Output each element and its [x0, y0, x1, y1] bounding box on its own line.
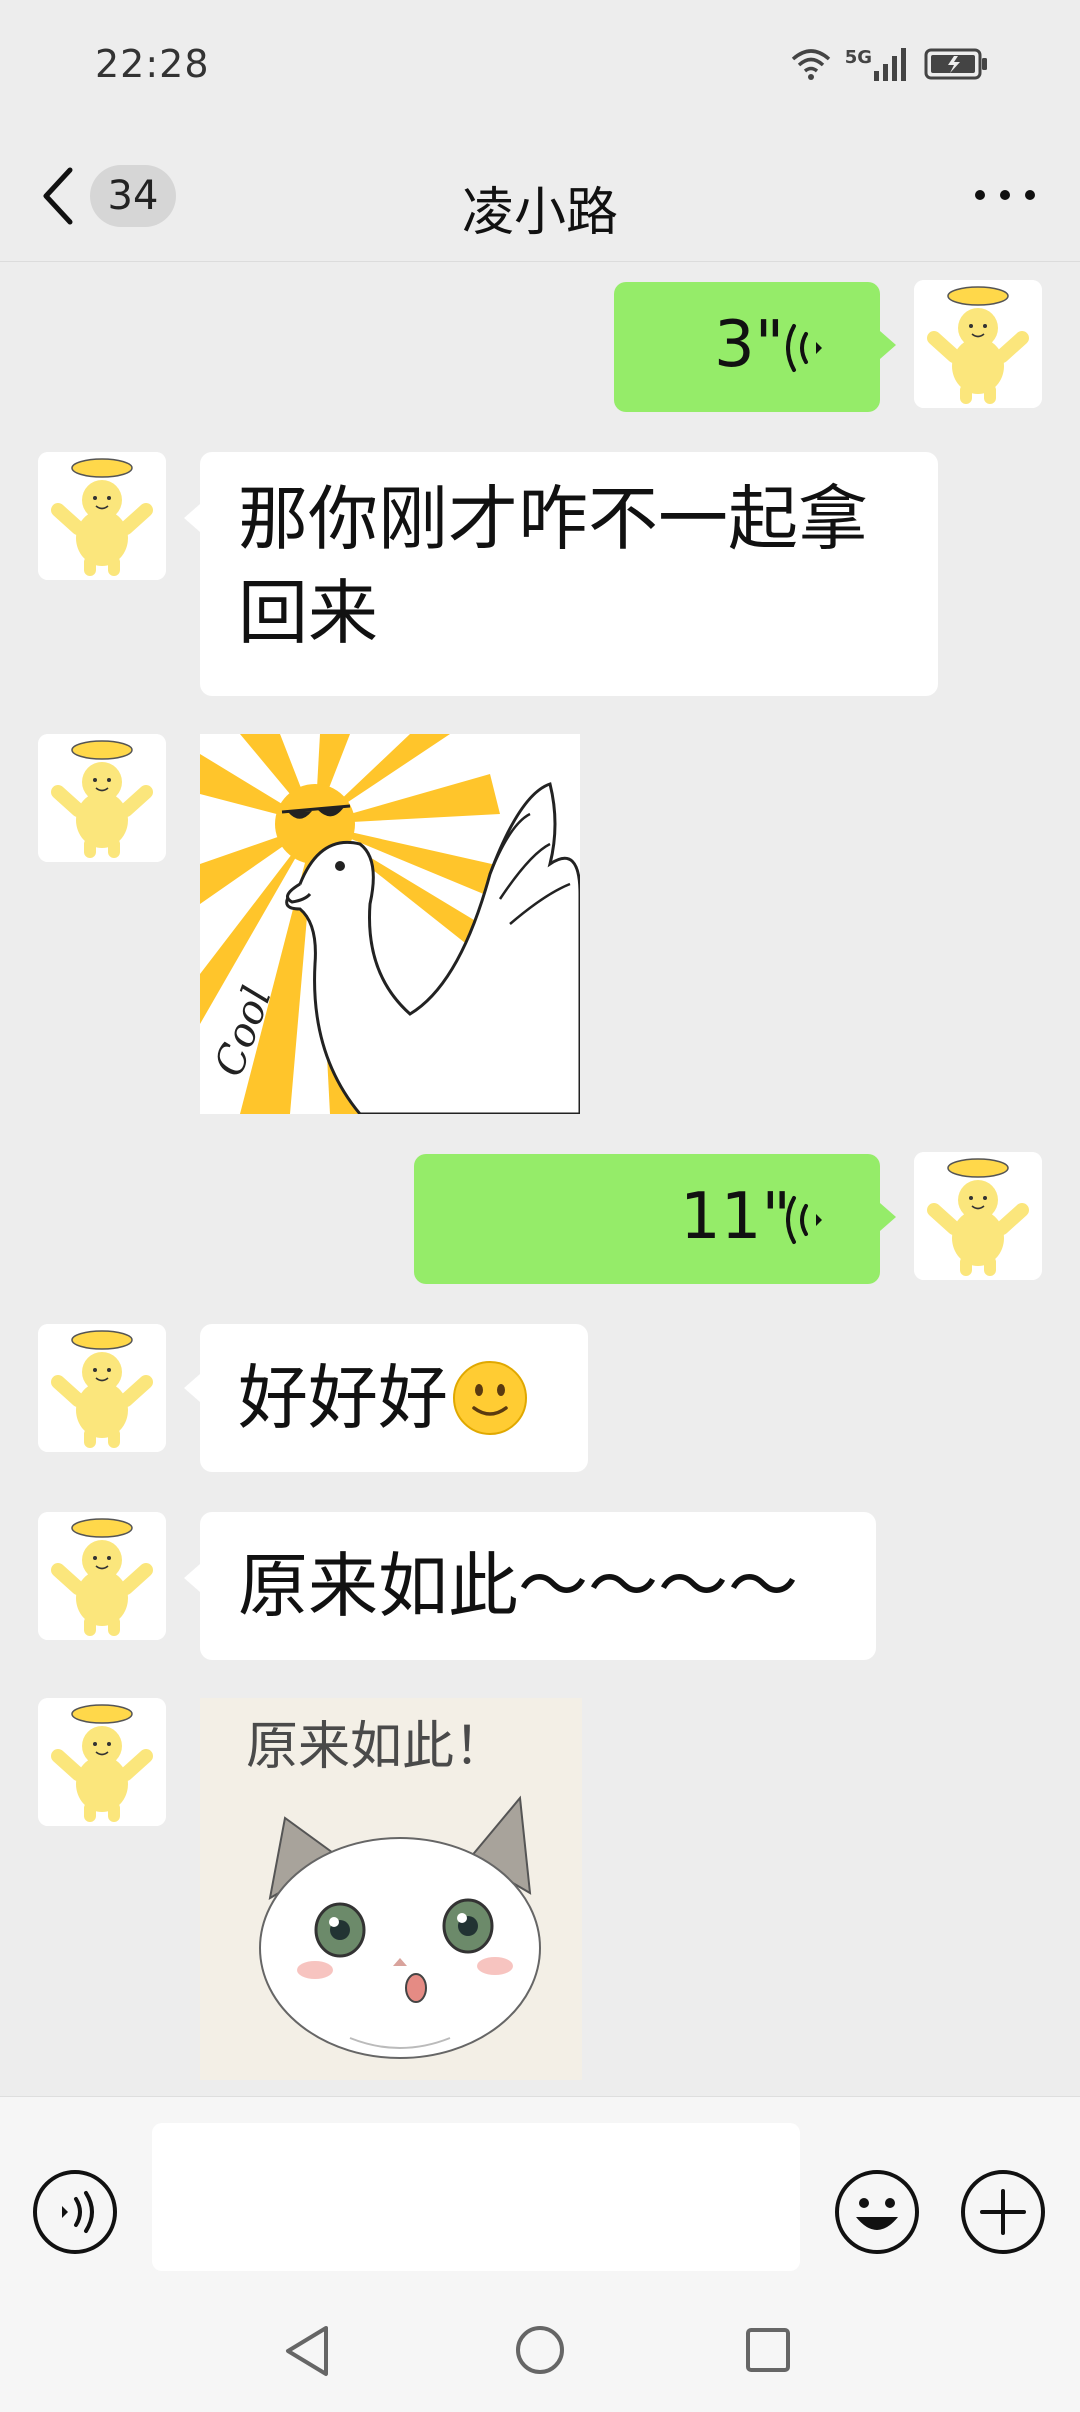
input-bar [0, 2096, 1080, 2290]
bubble-tail [184, 504, 200, 532]
yellow-figure-avatar-icon [38, 734, 166, 862]
cellular-signal-icon: 5G [845, 47, 910, 81]
my-avatar[interactable] [914, 1152, 1042, 1280]
voice-mode-icon [33, 2170, 117, 2254]
battery-icon [924, 48, 987, 80]
my-avatar[interactable] [914, 280, 1042, 408]
text-message-bubble[interactable]: 原来如此～～～～ [200, 1512, 876, 1660]
voice-duration: 11" [680, 1180, 791, 1254]
yellow-figure-avatar-icon [38, 1698, 166, 1826]
contact-avatar[interactable] [38, 452, 166, 580]
cool-goose-sticker[interactable]: Cool [200, 734, 580, 1114]
voice-input-button[interactable] [32, 2169, 118, 2255]
plus-circle-icon [961, 2170, 1045, 2254]
bubble-tail [880, 331, 896, 359]
chat-header: 34 凌小路 [0, 130, 1080, 262]
wifi-icon [791, 49, 830, 80]
message-text-line: 回来 [238, 572, 378, 654]
message-input[interactable] [152, 2123, 800, 2271]
yellow-figure-avatar-icon [914, 280, 1042, 408]
voice-wave-icon [786, 1196, 822, 1244]
system-navigation-bar [0, 2290, 1080, 2412]
contact-avatar[interactable] [38, 1324, 166, 1452]
cat-sticker[interactable]: 原来如此！ [200, 1698, 582, 2080]
message-text: 好好好 [238, 1357, 448, 1439]
bubble-tail [184, 1564, 200, 1592]
sticker-caption: 原来如此！ [246, 1717, 506, 1777]
yellow-figure-avatar-icon [38, 1512, 166, 1640]
voice-duration: 3" [714, 308, 785, 382]
yellow-figure-avatar-icon [38, 1324, 166, 1452]
text-message-bubble[interactable]: 那你刚才咋不一起拿 回来 [200, 452, 938, 696]
status-bar: 22:28 5G [0, 0, 1080, 130]
status-icons: 5G [791, 44, 988, 84]
contact-avatar[interactable] [38, 734, 166, 862]
emoji-face-icon [835, 2170, 919, 2254]
voice-wave-icon [786, 324, 822, 372]
more-actions-button[interactable] [960, 2169, 1046, 2255]
more-dots-icon [975, 190, 1035, 200]
message-text: 原来如此～～～～ [238, 1545, 798, 1627]
yellow-figure-avatar-icon [38, 452, 166, 580]
chat-title: 凌小路 [461, 183, 618, 243]
text-message-bubble[interactable]: 好好好 [200, 1324, 588, 1472]
contact-avatar[interactable] [38, 1698, 166, 1826]
message-text-line: 那你刚才咋不一起拿 [238, 478, 868, 560]
more-options-button[interactable] [970, 170, 1040, 220]
contact-avatar[interactable] [38, 1512, 166, 1640]
status-time: 22:28 [95, 42, 210, 86]
smile-emoji-icon [453, 1361, 527, 1435]
emoji-button[interactable] [834, 2169, 920, 2255]
network-type: 5G [844, 47, 872, 68]
home-circle-icon[interactable] [514, 2324, 566, 2376]
back-triangle-icon[interactable] [282, 2324, 332, 2378]
yellow-figure-avatar-icon [914, 1152, 1042, 1280]
bubble-tail [184, 1374, 200, 1402]
recents-square-icon[interactable] [744, 2326, 792, 2374]
bubble-tail [880, 1203, 896, 1231]
